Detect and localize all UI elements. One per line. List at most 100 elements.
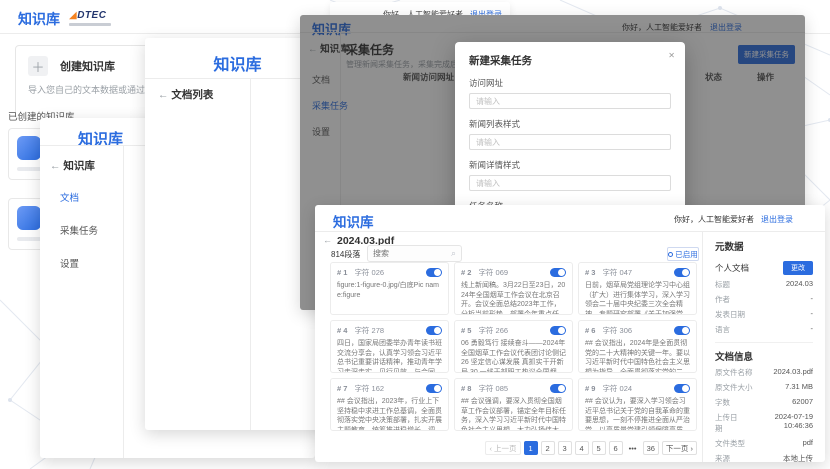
doc-info-value: 2024-07-19 10:46:36 xyxy=(745,412,814,434)
chunk-enabled-toggle[interactable] xyxy=(674,326,690,335)
field-label: 新闻列表样式 xyxy=(469,118,671,130)
modal-title: 新建采集任务 xyxy=(469,53,671,68)
metadata-panel: 元数据 个人文档 更改 标题 2024.03 作者 - 发表日期 - xyxy=(702,231,825,462)
chunk-card[interactable]: # 7 字符 162 ## 会议指出，2023年，行业上下坚持稳中求进工作总基调… xyxy=(330,378,449,431)
chunk-card[interactable]: # 4 字符 278 四日，国家局团委举办青年读书班交流分享会，认真学习领会习近… xyxy=(330,320,449,373)
chunk-card[interactable]: # 6 字符 306 ## 会议指出，2024年是全面贯彻党的二十大精神的关键一… xyxy=(578,320,697,373)
chunk-card[interactable]: # 5 字符 266 06 勇毅笃行 接续奋斗——2024年全国烟草工作会议代表… xyxy=(454,320,573,373)
search-icon: ⌕ xyxy=(451,249,456,258)
page-button[interactable]: 3 xyxy=(558,441,572,455)
chunk-id: # 5 xyxy=(461,326,471,335)
chunk-enabled-toggle[interactable] xyxy=(550,326,566,335)
chunk-text: ## 会议认为，要深入学习领会习近平总书记关于党的自我革命的重要思想，一刻不停推… xyxy=(585,397,690,431)
doc-info-key: 原文件名称 xyxy=(715,367,753,378)
chunk-text: ## 会议指出，2024年是全面贯彻党的二十大精神的关键一年。要以习近平新时代中… xyxy=(585,339,690,373)
metadata-key: 语言 xyxy=(715,324,730,335)
chunk-enabled-toggle[interactable] xyxy=(426,384,442,393)
field-input[interactable] xyxy=(469,93,671,109)
chunk-id: # 9 xyxy=(585,384,595,393)
back-nav[interactable]: ← 知识库 xyxy=(50,158,95,173)
back-label: 知识库 xyxy=(63,160,95,172)
back-arrow-icon: ← xyxy=(158,89,169,101)
back-nav[interactable]: ← 文档列表 xyxy=(158,87,213,102)
doc-info-row: 原文件名称 2024.03.pdf xyxy=(715,367,813,378)
change-metadata-button[interactable]: 更改 xyxy=(783,261,813,275)
metadata-key: 发表日期 xyxy=(715,309,745,320)
chunk-id: # 2 xyxy=(461,268,471,277)
pagination: ‹ 上一页 1 2 3 4 5 6 ••• 36 下一页 › xyxy=(485,441,697,455)
back-label: 文档列表 xyxy=(171,89,213,101)
doc-info-key: 原文件大小 xyxy=(715,382,753,393)
doc-info-key: 字数 xyxy=(715,397,730,408)
metadata-value: 2024.03 xyxy=(786,279,813,290)
page-button[interactable]: 5 xyxy=(592,441,606,455)
doc-info-value: 2024.03.pdf xyxy=(773,367,813,378)
chunk-text: 线上新闻稿。3月22日至23日，2024年全国烟草工作会议在北京召开。会议全面总… xyxy=(461,281,566,315)
field-input[interactable] xyxy=(469,134,671,150)
kb-folder-icon xyxy=(17,136,41,160)
last-page-button[interactable]: 36 xyxy=(643,441,659,455)
sidebar-item-collect-tasks[interactable]: 采集任务 xyxy=(60,223,98,237)
dtec-logo-subtext xyxy=(69,23,111,26)
doc-info-key: 文件类型 xyxy=(715,438,745,449)
chunk-id: # 6 xyxy=(585,326,595,335)
chunk-id: # 4 xyxy=(337,326,347,335)
app-logo: 知识库 xyxy=(18,9,60,29)
doc-info-row: 来源 本地上传 xyxy=(715,453,813,462)
logout-link[interactable]: 退出登录 xyxy=(761,214,793,225)
chunk-char-count: 字符 306 xyxy=(602,325,632,336)
chunk-text: ## 会议指出，2023年，行业上下坚持稳中求进工作总基调，全面贯彻落实党中央决… xyxy=(337,397,442,431)
chunk-enabled-toggle[interactable] xyxy=(674,384,690,393)
chunk-char-count: 字符 085 xyxy=(478,383,508,394)
chunk-char-count: 字符 278 xyxy=(354,325,384,336)
chunk-card[interactable]: # 3 字符 047 日前，烟草局党组理论学习中心组（扩大）进行集体学习，深入学… xyxy=(578,262,697,315)
metadata-value: - xyxy=(811,324,814,335)
paragraph-count: 814段落 xyxy=(331,249,360,260)
next-page-button[interactable]: 下一页 › xyxy=(662,441,697,455)
content-divider xyxy=(250,78,251,430)
dtec-logo: ◢DTEC xyxy=(69,11,111,26)
chunk-grid: # 1 字符 026 figure:1-figure-0.jpg/白底Pic n… xyxy=(330,262,697,431)
kb-folder-icon xyxy=(17,206,41,230)
page-button[interactable]: 2 xyxy=(541,441,555,455)
doc-info-row: 上传日期 2024-07-19 10:46:36 xyxy=(715,412,813,434)
chunk-id: # 8 xyxy=(461,384,471,393)
chunk-char-count: 字符 024 xyxy=(602,383,632,394)
status-dot-icon xyxy=(668,252,673,257)
back-arrow-icon[interactable]: ← xyxy=(323,235,332,245)
page-button[interactable]: 6 xyxy=(609,441,623,455)
page-button[interactable]: 4 xyxy=(575,441,589,455)
doc-chunks-window: 知识库 你好，人工智能爱好者 退出登录 ← 2024.03.pdf 814段落 … xyxy=(315,205,825,462)
page-button[interactable]: 1 xyxy=(524,441,538,455)
chunk-card[interactable]: # 9 字符 024 ## 会议认为，要深入学习领会习近平总书记关于党的自我革命… xyxy=(578,378,697,431)
field-input[interactable] xyxy=(469,175,671,191)
chunk-enabled-toggle[interactable] xyxy=(674,268,690,277)
metadata-row: 语言 - xyxy=(715,324,813,335)
chunk-id: # 3 xyxy=(585,268,595,277)
search-box[interactable]: ⌕ xyxy=(367,245,462,262)
chunk-text: 日前，烟草局党组理论学习中心组（扩大）进行集体学习，深入学习领会二十届中央纪委三… xyxy=(585,281,690,315)
sidebar-item-settings[interactable]: 设置 xyxy=(60,256,98,270)
search-input[interactable] xyxy=(373,249,451,258)
back-arrow-icon: ← xyxy=(50,160,61,172)
chunk-enabled-toggle[interactable] xyxy=(550,384,566,393)
close-icon[interactable]: ✕ xyxy=(668,51,675,60)
chunk-card[interactable]: # 8 字符 085 ## 会议强调，要深入贯彻全国烟草工作会议部署，锚定全年目… xyxy=(454,378,573,431)
chunk-enabled-toggle[interactable] xyxy=(426,326,442,335)
chunk-card[interactable]: # 1 字符 026 figure:1-figure-0.jpg/白底Pic n… xyxy=(330,262,449,315)
metadata-title: 元数据 xyxy=(715,239,813,253)
enabled-filter-button[interactable]: 已启用 xyxy=(667,247,699,261)
prev-page-button[interactable]: ‹ 上一页 xyxy=(485,441,520,455)
doc-info-key: 来源 xyxy=(715,453,730,462)
chunk-char-count: 字符 266 xyxy=(478,325,508,336)
chunk-card[interactable]: # 2 字符 069 线上新闻稿。3月22日至23日，2024年全国烟草工作会议… xyxy=(454,262,573,315)
metadata-row: 标题 2024.03 xyxy=(715,279,813,290)
doc-info-value: pdf xyxy=(803,438,813,449)
sidebar-item-docs[interactable]: 文档 xyxy=(60,190,98,204)
chunk-char-count: 字符 047 xyxy=(602,267,632,278)
chunk-enabled-toggle[interactable] xyxy=(426,268,442,277)
chunk-char-count: 字符 069 xyxy=(478,267,508,278)
chunk-text: 06 勇毅笃行 接续奋斗——2024年全国烟草工作会议代表团讨论侧记 26 坚定… xyxy=(461,339,566,373)
chunk-enabled-toggle[interactable] xyxy=(550,268,566,277)
doc-info-value: 62007 xyxy=(792,397,813,408)
